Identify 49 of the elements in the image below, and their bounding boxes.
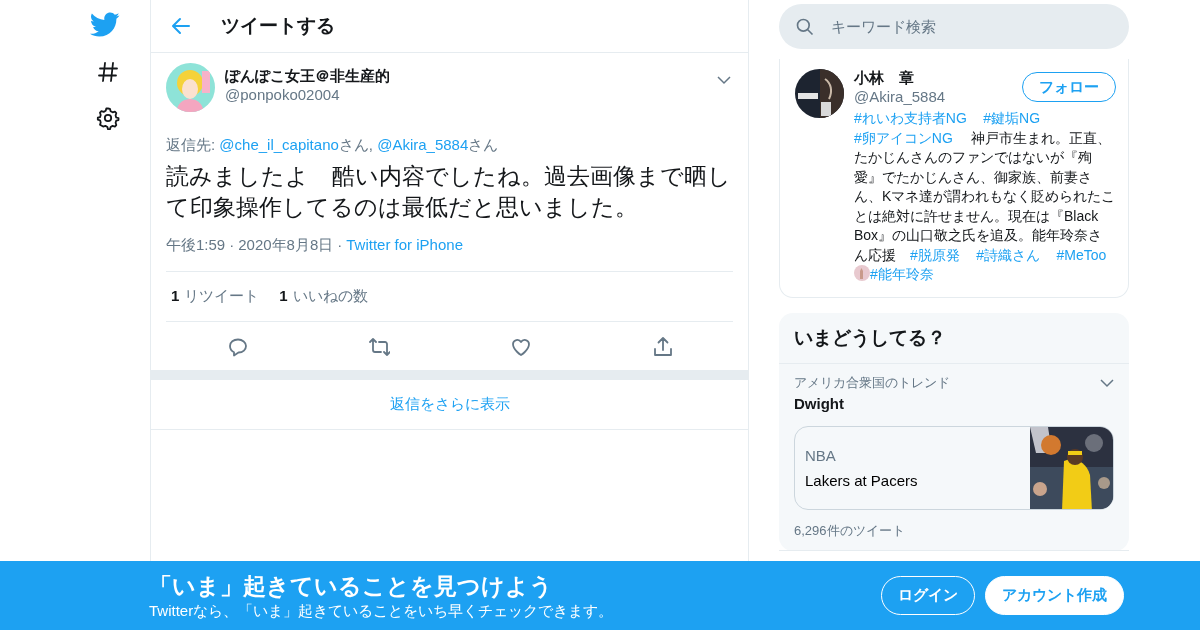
- search-field[interactable]: キーワード検索: [779, 4, 1129, 49]
- trend-context[interactable]: アメリカ合衆国のトレンド: [794, 373, 950, 392]
- source-link[interactable]: Twitter for iPhone: [346, 236, 463, 255]
- tweet-date[interactable]: 2020年8月8日: [238, 236, 334, 255]
- trends-title: いまどうしてる？: [779, 312, 1129, 364]
- hashtag-link[interactable]: #能年玲奈: [870, 266, 934, 282]
- share-icon[interactable]: [651, 335, 674, 357]
- settings-icon[interactable]: [96, 106, 120, 130]
- tweet-time[interactable]: 午後1:59: [166, 236, 226, 255]
- hashtag-link[interactable]: #MeToo: [1056, 246, 1107, 263]
- page-title: ツイートする: [221, 14, 335, 38]
- reply-to-text: 返信先: @che_il_capitanoさん, @Akira_5884さん: [166, 136, 500, 155]
- banner-title: 「いま」起きていることを見つけよう: [149, 571, 554, 601]
- bird-logo-icon[interactable]: [90, 12, 120, 38]
- separator-dot: ·: [229, 236, 235, 255]
- profile-handle[interactable]: @Akira_5884: [854, 88, 946, 105]
- hashtag-link[interactable]: #脱原発: [910, 246, 960, 263]
- hashtag-link[interactable]: #卵アイコンNG: [854, 129, 953, 146]
- back-arrow-icon[interactable]: [171, 17, 191, 35]
- hashtag-link[interactable]: #詩織さん: [976, 246, 1041, 263]
- trend-name[interactable]: Dwight: [794, 394, 1114, 412]
- author-handle[interactable]: @ponpoko02004: [225, 86, 390, 103]
- stat-count[interactable]: 1: [171, 287, 180, 306]
- tweet-count: 6,296件のツイート: [794, 521, 906, 540]
- search-input[interactable]: キーワード検索: [829, 17, 1089, 36]
- chevron-down-icon[interactable]: [1100, 378, 1114, 388]
- chevron-down-icon[interactable]: [717, 76, 731, 85]
- signup-button[interactable]: アカウント作成: [985, 576, 1124, 615]
- hand-emoji-icon: [854, 265, 870, 281]
- hashtag-icon[interactable]: [96, 60, 120, 84]
- stat-label[interactable]: いいねの数: [292, 287, 368, 306]
- separator-dot: ·: [337, 236, 343, 255]
- stat-label[interactable]: リツイート: [184, 287, 260, 306]
- search-icon: [795, 16, 815, 37]
- author-name[interactable]: ぽんぽこ女王＠非生産的: [225, 67, 390, 86]
- tweet-text: 読みましたよ 酷い内容でしたね。過去画像まで晒して印象操作してるのは最低だと思いました。: [166, 162, 732, 222]
- stat-count[interactable]: 1: [279, 287, 288, 306]
- banner-subtitle: Twitterなら、「いま」起きていることをいち早くチェックできます。: [149, 601, 615, 621]
- retweet-icon[interactable]: [367, 335, 390, 357]
- card-title: Lakers at Pacers: [805, 471, 919, 489]
- user-link[interactable]: @Akira_5884: [377, 136, 469, 153]
- profile-name[interactable]: 小林 章: [854, 69, 946, 88]
- follow-button[interactable]: フォロー: [1022, 72, 1116, 102]
- user-link[interactable]: @che_il_capitano: [219, 136, 339, 153]
- hashtag-link[interactable]: #れいわ支持者NG: [854, 110, 967, 126]
- hashtag-link[interactable]: #鍵垢NG: [983, 110, 1041, 126]
- profile-bio: #れいわ支持者NG #鍵垢NG #卵アイコンNG 神戸市生まれ。正直、たかじんさんのファンではないが『殉愛』でたかじんさん、御家族、前妻さん、Kマネ達が謂われもなく貶められたことは絶対に許せません。現在は『Black Box』の山口敬之氏を追及。能年玲奈さん応援 #脱原発 #詩織さん #MeToo #能年玲奈: [854, 109, 1116, 284]
- card-category: NBA: [805, 446, 837, 464]
- news-card[interactable]: NBA Lakers at Pacers: [794, 425, 1114, 510]
